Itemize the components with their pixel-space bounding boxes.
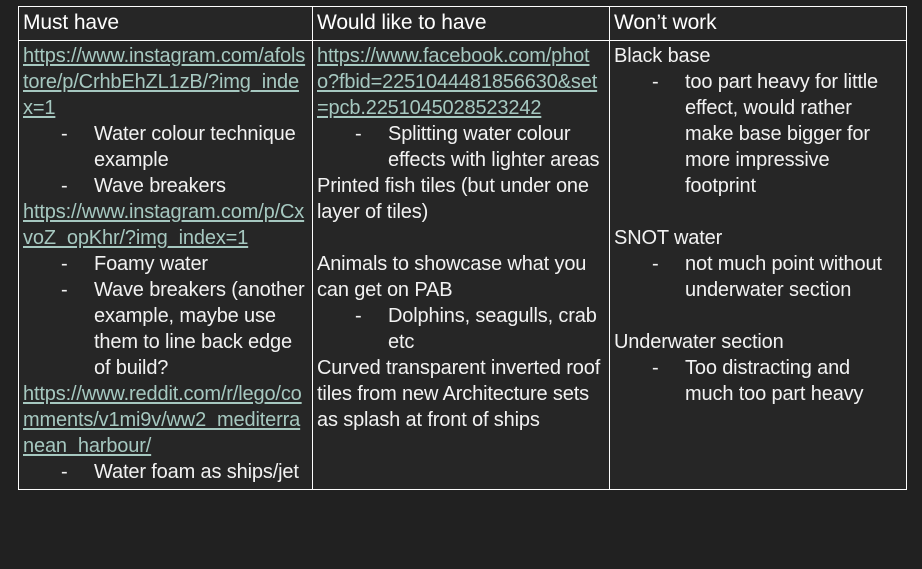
bullet-item-label: Wave breakers <box>94 175 226 197</box>
bullet-dash-icon: - <box>355 305 362 327</box>
reference-link[interactable]: https://www.instagram.com/afolstore/p/Cr… <box>23 43 308 121</box>
table-cell-wont-work: Black base - too part heavy for little eff… <box>609 40 907 490</box>
column-header-label: Must have <box>23 11 119 34</box>
cell-content: https://www.instagram.com/afolstore/p/Cr… <box>23 43 308 485</box>
column-header-label: Won’t work <box>614 11 717 34</box>
bullet-item: - Water foam as ships/jet <box>23 459 308 485</box>
table-header-row: Must have Would like to have Won’t work <box>18 6 907 41</box>
bullet-item: - Wave breakers (another example, maybe u… <box>23 277 308 381</box>
bullet-item: - Too distracting and much too part heavy <box>614 355 902 407</box>
column-header-label: Would like to have <box>317 11 487 34</box>
bullet-dash-icon: - <box>652 253 659 275</box>
reference-link[interactable]: https://www.instagram.com/p/CxvoZ_opKhr/… <box>23 199 308 251</box>
bullet-item: - Dolphins, seagulls, crab etc <box>317 303 605 355</box>
table-cell-would-like-to-have: https://www.facebook.com/photo?fbid=2251… <box>312 40 610 490</box>
table-cell-must-have: https://www.instagram.com/afolstore/p/Cr… <box>18 40 313 490</box>
note-paragraph: Black base <box>614 45 711 67</box>
bullet-item: - too part heavy for little effect, would… <box>614 69 902 199</box>
table-body-row: https://www.instagram.com/afolstore/p/Cr… <box>18 40 907 490</box>
bullet-item-label: Splitting water colour effects with ligh… <box>388 123 600 171</box>
bullet-dash-icon: - <box>355 123 362 145</box>
bullet-list: - too part heavy for little effect, would… <box>614 69 902 199</box>
bullet-list: - Foamy water - Wave breakers (another exam… <box>23 251 308 381</box>
bullet-item: - Water colour technique example <box>23 121 308 173</box>
column-header-must-have: Must have <box>18 6 313 41</box>
bullet-dash-icon: - <box>652 71 659 93</box>
bullet-list: - Too distracting and much too part heavy <box>614 355 902 407</box>
reference-link[interactable]: https://www.reddit.com/r/lego/comments/v… <box>23 381 308 459</box>
bullet-dash-icon: - <box>61 279 68 301</box>
note-paragraph: Printed fish tiles (but under one layer … <box>317 175 589 223</box>
bullet-dash-icon: - <box>61 461 68 483</box>
cell-content: Black base - too part heavy for little eff… <box>614 43 902 407</box>
reference-link[interactable]: https://www.facebook.com/photo?fbid=2251… <box>317 43 605 121</box>
note-paragraph: Animals to showcase what you can get on … <box>317 253 587 301</box>
bullet-dash-icon: - <box>61 175 68 197</box>
bullet-item-label: Foamy water <box>94 253 208 275</box>
document-page: Must have Would like to have Won’t work … <box>0 0 922 569</box>
bullet-item-label: Water colour technique example <box>94 123 296 171</box>
column-header-wont-work: Won’t work <box>609 6 907 41</box>
bullet-dash-icon: - <box>61 123 68 145</box>
note-paragraph: Curved transparent inverted roof tiles f… <box>317 357 601 431</box>
bullet-item-label: Wave breakers (another example, maybe us… <box>94 279 305 379</box>
bullet-dash-icon: - <box>652 357 659 379</box>
bullet-dash-icon: - <box>61 253 68 275</box>
requirements-table: Must have Would like to have Won’t work … <box>18 6 907 490</box>
bullet-item-label: Too distracting and much too part heavy <box>685 357 864 405</box>
bullet-list: - not much point without underwater secti… <box>614 251 902 303</box>
column-header-would-like-to-have: Would like to have <box>312 6 610 41</box>
bullet-item-label: Water foam as ships/jet <box>94 461 299 483</box>
bullet-item: - not much point without underwater secti… <box>614 251 902 303</box>
bullet-list: - Water colour technique example - Wave bre… <box>23 121 308 199</box>
note-paragraph: Underwater section <box>614 331 784 353</box>
bullet-item-label: not much point without underwater sectio… <box>685 253 882 301</box>
bullet-item: - Wave breakers <box>23 173 308 199</box>
bullet-list: - Water foam as ships/jet <box>23 459 308 485</box>
bullet-item-label: Dolphins, seagulls, crab etc <box>388 305 597 353</box>
bullet-item: - Splitting water colour effects with lig… <box>317 121 605 173</box>
bullet-item-label: too part heavy for little effect, would … <box>685 71 879 197</box>
bullet-list: - Dolphins, seagulls, crab etc <box>317 303 605 355</box>
cell-content: https://www.facebook.com/photo?fbid=2251… <box>317 43 605 433</box>
note-paragraph: SNOT water <box>614 227 723 249</box>
bullet-list: - Splitting water colour effects with lig… <box>317 121 605 173</box>
bullet-item: - Foamy water <box>23 251 308 277</box>
